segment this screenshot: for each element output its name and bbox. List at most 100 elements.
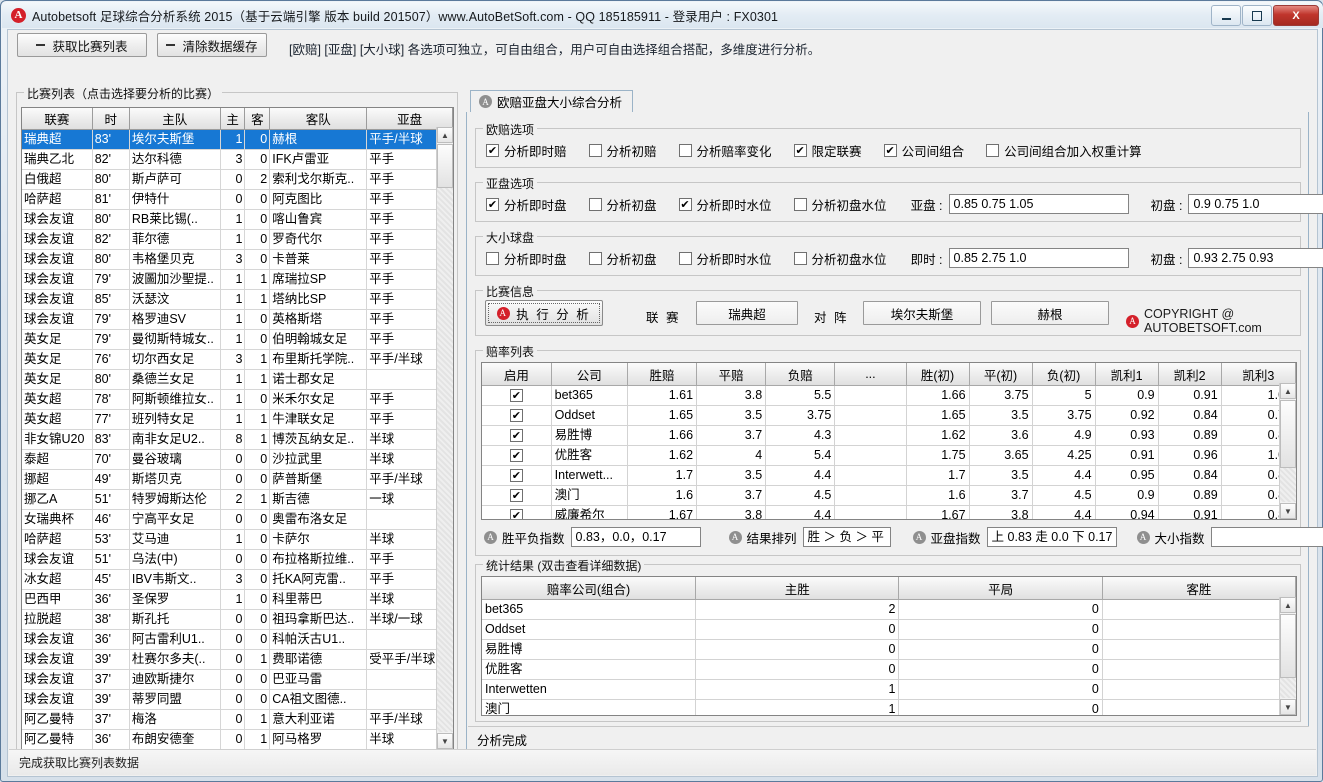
- checkbox-euro-change[interactable]: 分析赔率变化: [678, 141, 772, 160]
- clear-cache-button[interactable]: 清除数据缓存: [157, 33, 267, 57]
- column-header[interactable]: 客胜: [1102, 577, 1296, 600]
- table-row[interactable]: 英女足 80' 桑德兰女足 1 1 诺士郡女足: [22, 369, 453, 390]
- asian-live-input[interactable]: 0.85 0.75 1.05: [948, 194, 1129, 214]
- column-header[interactable]: 胜(初): [906, 363, 970, 386]
- table-row[interactable]: 优胜客000: [482, 659, 1296, 680]
- table-row[interactable]: 球会友谊 80' 韦格堡贝克 3 0 卡普莱 平手: [22, 249, 453, 270]
- stats-grid[interactable]: 赔率公司(组合)主胜平局客胜 bet365200Oddset000易胜博000优…: [481, 576, 1297, 716]
- odds-grid[interactable]: 启用 公司 胜赔 平赔 负赔... 胜(初) 平(初) 负(初) 凯利1 凯利2 凯利3 ✔ bet3…: [481, 362, 1297, 520]
- column-header[interactable]: 凯利2: [1158, 363, 1222, 386]
- table-row[interactable]: 挪乙A 51' 特罗姆斯达伦 2 1 斯吉德 一球: [22, 489, 453, 510]
- table-row[interactable]: 球会友谊 80' RB莱比锡(.. 1 0 喀山鲁宾 平手: [22, 209, 453, 230]
- checkbox-limit-league[interactable]: ✔ 限定联赛: [793, 141, 862, 160]
- scroll-up-icon[interactable]: ▲: [437, 127, 453, 143]
- column-header[interactable]: 负赔: [765, 363, 836, 386]
- table-row[interactable]: 球会友谊 36' 阿古雷利U1.. 0 0 科帕沃古U1..: [22, 629, 453, 650]
- table-row[interactable]: ✔Interwett...1.73.54.41.73.54.40.950.840…: [482, 465, 1296, 486]
- row-enable-checkbox[interactable]: ✔: [482, 425, 552, 446]
- scrollbar-track[interactable]: [1280, 468, 1296, 502]
- scrollbar-thumb[interactable]: [1280, 614, 1296, 678]
- close-button[interactable]: X: [1273, 5, 1319, 26]
- checkbox-goals-initial-water[interactable]: 分析初盘水位: [793, 249, 887, 268]
- checkbox-asian-live-water[interactable]: ✔ 分析即时水位: [678, 195, 772, 214]
- fetch-match-list-button[interactable]: 获取比赛列表: [17, 33, 147, 57]
- table-row[interactable]: 球会友谊 37' 迪欧斯捷尔 0 0 巴亚马雷: [22, 669, 453, 690]
- table-row[interactable]: ✔易胜博1.663.74.31.623.64.90.930.890.82: [482, 425, 1296, 446]
- table-row[interactable]: 哈萨超 81' 伊特什 0 0 阿克图比 平手: [22, 189, 453, 210]
- tab-comprehensive-analysis[interactable]: A 欧赔亚盘大小综合分析: [470, 90, 634, 112]
- result-order-input[interactable]: 胜 ＞ 负 ＞ 平: [802, 527, 891, 547]
- table-row[interactable]: 白俄超 80' 斯卢萨可 0 2 索利戈尔斯克.. 平手: [22, 169, 453, 190]
- row-enable-checkbox[interactable]: ✔: [482, 465, 552, 486]
- scrollbar-track[interactable]: [1280, 678, 1296, 698]
- checkbox-asian-initial-water[interactable]: 分析初盘水位: [793, 195, 887, 214]
- scroll-up-icon[interactable]: ▲: [1280, 597, 1296, 613]
- column-header[interactable]: 主队: [129, 108, 221, 130]
- table-row[interactable]: 阿乙曼特 37' 梅洛 0 1 意大利亚诺 平手/半球: [22, 709, 453, 730]
- table-row[interactable]: 冰女超 45' IBV韦斯文.. 3 0 托KA阿克雷.. 平手: [22, 569, 453, 590]
- table-row[interactable]: ✔bet3651.613.85.51.663.7550.90.911.05: [482, 385, 1296, 406]
- column-header[interactable]: 赔率公司(组合): [482, 577, 697, 600]
- scrollbar-thumb[interactable]: [437, 144, 453, 188]
- checkbox-asian-live[interactable]: ✔ 分析即时盘: [486, 195, 567, 214]
- table-row[interactable]: 哈萨超 53' 艾马迪 1 0 卡萨尔 半球: [22, 529, 453, 550]
- column-header[interactable]: 客队: [269, 108, 368, 130]
- column-header[interactable]: 胜赔: [627, 363, 698, 386]
- table-row[interactable]: 球会友谊 39' 杜赛尔多夫(.. 0 1 费耶诺德 受平手/半球: [22, 649, 453, 670]
- row-enable-checkbox[interactable]: ✔: [482, 385, 552, 406]
- odds-scrollbar[interactable]: ▲ ▼: [1279, 383, 1296, 519]
- asian-initial-input[interactable]: 0.9 0.75 1.0: [1188, 194, 1323, 214]
- column-header[interactable]: 平赔: [696, 363, 767, 386]
- scrollbar-thumb[interactable]: [1280, 400, 1296, 468]
- match-list-grid[interactable]: 联赛时主队主客客队 亚盘 瑞典超 83' 埃尔夫斯堡 1 0 赫根 平手/半球 瑞典乙北 82' 达…: [21, 107, 454, 750]
- column-header[interactable]: 凯利1: [1095, 363, 1159, 386]
- table-row[interactable]: 阿乙曼特 36' 布朗安德奎 0 1 阿马格罗 半球: [22, 729, 453, 749]
- table-row[interactable]: 球会友谊 39' 蒂罗同盟 0 0 CA祖文图德..: [22, 689, 453, 710]
- column-header[interactable]: 启用: [482, 363, 552, 386]
- row-enable-checkbox[interactable]: ✔: [482, 505, 552, 519]
- column-header[interactable]: 主胜: [695, 577, 900, 600]
- goals-live-input[interactable]: 0.85 2.75 1.0: [948, 248, 1129, 268]
- table-row[interactable]: Oddset000: [482, 619, 1296, 640]
- checkbox-asian-initial[interactable]: 分析初盘: [588, 195, 657, 214]
- column-header[interactable]: 时: [92, 108, 130, 130]
- table-row[interactable]: 拉脱超 38' 斯孔托 0 0 祖玛拿斯巴达.. 半球/一球: [22, 609, 453, 630]
- checkbox-goals-initial[interactable]: 分析初盘: [588, 249, 657, 268]
- table-row[interactable]: ✔威廉希尔1.673.84.41.673.84.40.940.910.84: [482, 505, 1296, 519]
- table-row[interactable]: 球会友谊 82' 菲尔德 1 0 罗奇代尔 平手: [22, 229, 453, 250]
- table-row[interactable]: 女瑞典杯 46' 宁高平女足 0 0 奥雷布洛女足: [22, 509, 453, 530]
- table-row[interactable]: ✔优胜客1.6245.41.753.654.250.910.961.03: [482, 445, 1296, 466]
- column-header[interactable]: 公司: [551, 363, 628, 386]
- table-row[interactable]: Interwetten101: [482, 679, 1296, 700]
- stats-scrollbar[interactable]: ▲ ▼: [1279, 597, 1296, 715]
- column-header[interactable]: 联赛: [22, 108, 93, 130]
- column-header[interactable]: ...: [834, 363, 907, 386]
- minimize-button[interactable]: [1211, 5, 1241, 26]
- row-enable-checkbox[interactable]: ✔: [482, 485, 552, 506]
- checkbox-company-combo-weight[interactable]: 公司间组合加入权重计算: [986, 141, 1142, 160]
- column-header[interactable]: 平局: [898, 577, 1103, 600]
- table-row[interactable]: 泰超 70' 曼谷玻璃 0 0 沙拉武里 半球: [22, 449, 453, 470]
- table-row[interactable]: 巴西甲 36' 圣保罗 1 0 科里蒂巴 半球: [22, 589, 453, 610]
- wdl-index-input[interactable]: 0.83，0.0，0.17: [570, 527, 701, 547]
- row-enable-checkbox[interactable]: ✔: [482, 405, 552, 426]
- table-row[interactable]: 球会友谊 79' 波圖加沙聖提.. 1 1 席瑞拉SP 平手: [22, 269, 453, 290]
- table-row[interactable]: 易胜博000: [482, 639, 1296, 660]
- table-row[interactable]: 球会友谊 79' 格罗迪SV 1 0 英格斯塔 平手: [22, 309, 453, 330]
- row-enable-checkbox[interactable]: ✔: [482, 445, 552, 466]
- table-row[interactable]: 英女足 79' 曼彻斯特城女.. 1 0 伯明翰城女足 平手: [22, 329, 453, 350]
- checkbox-goals-live[interactable]: 分析即时盘: [486, 249, 567, 268]
- table-row[interactable]: 非女锦U20 83' 南非女足U2.. 8 1 博茨瓦纳女足.. 半球: [22, 429, 453, 450]
- scroll-down-icon[interactable]: ▼: [1280, 699, 1296, 715]
- table-row[interactable]: ✔澳门1.63.74.51.63.74.50.90.890.86: [482, 485, 1296, 506]
- maximize-button[interactable]: [1242, 5, 1272, 26]
- scrollbar-track[interactable]: [437, 188, 453, 732]
- checkbox-goals-live-water[interactable]: 分析即时水位: [678, 249, 772, 268]
- column-header[interactable]: 客: [244, 108, 271, 130]
- scroll-down-icon[interactable]: ▼: [437, 733, 453, 749]
- run-analysis-button[interactable]: A 执 行 分 析: [485, 300, 603, 326]
- table-row[interactable]: 瑞典超 83' 埃尔夫斯堡 1 0 赫根 平手/半球: [22, 129, 453, 150]
- table-row[interactable]: 英女足 76' 切尔西女足 3 1 布里斯托学院.. 平手/半球: [22, 349, 453, 370]
- table-row[interactable]: 英女超 78' 阿斯顿维拉女.. 1 0 米禾尔女足 平手: [22, 389, 453, 410]
- goals-initial-input[interactable]: 0.93 2.75 0.93: [1188, 248, 1323, 268]
